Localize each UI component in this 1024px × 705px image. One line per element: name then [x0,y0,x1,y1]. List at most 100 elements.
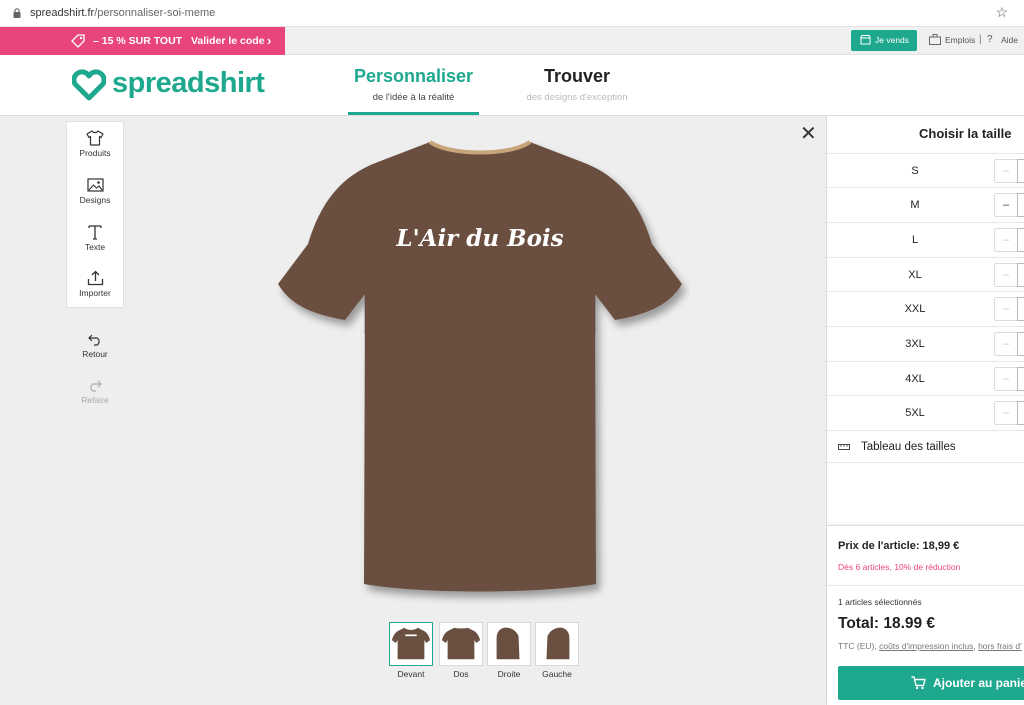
divider [827,585,1024,586]
size-label: S [911,165,919,177]
help-link[interactable]: ? Aide [987,34,1019,45]
upload-icon [87,270,103,286]
shop-icon [860,35,871,45]
view-left[interactable]: Gauche [535,622,579,679]
quantity-input[interactable] [1017,228,1024,252]
promo-banner[interactable]: – 15 % SUR TOUT Valider le code › [0,27,285,55]
size-row: M – [827,187,1024,222]
add-to-cart-button[interactable]: Ajouter au panier [838,666,1024,700]
tshirt-icon [86,130,104,146]
size-row: L – [827,222,1024,257]
size-label: 3XL [905,338,925,350]
chevron-right-icon: › [267,33,272,48]
size-row: XL – [827,257,1024,292]
undo-button[interactable]: Retour [66,334,124,359]
view-label: Droite [497,669,521,679]
size-row: XXL – [827,291,1024,326]
view-right[interactable]: Droite [487,622,531,679]
tool-designs[interactable]: Designs [67,178,123,218]
url-path: /personnaliser-soi-meme [94,7,216,19]
decrease-quantity-button[interactable]: – [994,193,1018,217]
jobs-link[interactable]: Emplois [929,34,976,45]
tax-prefix: TTC (EU), [838,641,877,651]
size-row: 3XL – [827,326,1024,361]
printing-costs-link[interactable]: coûts d'impression inclus [879,641,973,651]
bookmark-star-icon[interactable]: ☆ [995,4,1008,21]
tool-label: Texte [84,242,106,252]
back-tshirt-thumb [441,627,481,660]
view-thumbnail [389,622,433,666]
browser-url-bar[interactable]: spreadshirt.fr/personnaliser-soi-meme ☆ [0,0,1024,27]
selected-count: 1 articles sélectionnés [838,597,922,607]
size-panel-title: Choisir la taille [919,126,1012,141]
left-tshirt-thumb [546,627,570,660]
quantity-input[interactable] [1017,332,1024,356]
utility-bar: – 15 % SUR TOUT Valider le code › Je ven… [0,27,1024,55]
quantity-input[interactable] [1017,159,1024,183]
quantity-input[interactable] [1017,297,1024,321]
tool-label: Importer [79,288,111,298]
redo-icon [90,380,102,392]
quantity-input[interactable] [1017,193,1024,217]
tshirt-preview[interactable] [270,134,690,604]
shipping-costs-link[interactable]: hors frais d' [978,641,1022,651]
shirt-print-text[interactable]: L'Air du Bois [380,225,580,252]
tool-upload[interactable]: Importer [67,270,123,310]
promo-text: – 15 % SUR TOUT [93,35,183,47]
active-tab-indicator [348,112,479,115]
bulk-discount-note: Dès 6 articles, 10% de réduction [838,562,961,572]
tool-text[interactable]: Texte [67,224,123,264]
undo-label: Retour [82,349,108,359]
tab-personaliser[interactable]: Personnaliser de l'idée à la réalité [348,66,479,103]
jobs-label: Emplois [945,35,976,45]
tool-products[interactable]: Produits [67,130,123,170]
price-tag-icon [71,34,85,48]
redo-button[interactable]: Refaire [66,380,124,405]
decrease-quantity-button[interactable]: – [994,367,1018,391]
front-tshirt-thumb [391,627,431,660]
tab-subtitle: des designs d'exception [526,92,628,103]
decrease-quantity-button[interactable]: – [994,297,1018,321]
design-tools-panel: Produits Designs Texte Importer [66,121,124,308]
help-label: Aide [1001,35,1019,45]
size-row: 4XL – [827,361,1024,396]
tab-trouver[interactable]: Trouver des designs d'exception [512,66,642,103]
decrease-quantity-button[interactable]: – [994,228,1018,252]
url-text[interactable]: spreadshirt.fr/personnaliser-soi-meme [30,7,215,19]
size-label: XL [908,269,922,281]
redo-label: Refaire [81,395,109,405]
quantity-input[interactable] [1017,401,1024,425]
briefcase-icon [929,34,941,45]
help-icon: ? [987,34,993,45]
tab-subtitle: de l'idée à la réalité [372,92,455,103]
validate-code-link[interactable]: Valider le code [191,35,265,47]
decrease-quantity-button[interactable]: – [994,401,1018,425]
decrease-quantity-button[interactable]: – [994,263,1018,287]
view-back[interactable]: Dos [439,622,483,679]
sell-button-label: Je vends [875,35,910,45]
view-thumbnail [487,622,531,666]
separator: | [979,34,982,45]
size-guide-link[interactable]: Tableau des tailles [827,430,1024,463]
total-price: Total: 18.99 € [838,615,936,632]
size-label: 4XL [905,373,925,385]
size-row: S – [827,153,1024,188]
quantity-input[interactable] [1017,367,1024,391]
heart-logo-icon [72,69,106,101]
size-label: L [911,234,919,246]
decrease-quantity-button[interactable]: – [994,332,1018,356]
view-front[interactable]: Devant [389,622,433,679]
url-domain: spreadshirt.fr [30,7,95,19]
size-label: 5XL [905,407,925,419]
site-header: spreadshirt Personnaliser de l'idée à la… [0,55,1024,116]
sell-button[interactable]: Je vends [851,30,917,51]
quantity-input[interactable] [1017,263,1024,287]
close-icon[interactable]: ✕ [800,124,817,144]
decrease-quantity-button[interactable]: – [994,159,1018,183]
right-tshirt-thumb [496,627,520,660]
undo-icon [88,334,100,346]
ruler-icon [838,444,850,450]
tax-note: TTC (EU), coûts d'impression inclus, hor… [838,641,1022,651]
size-panel: Choisir la taille S – M – L – XL – XXL –… [826,116,1024,705]
view-thumbnail [439,622,483,666]
